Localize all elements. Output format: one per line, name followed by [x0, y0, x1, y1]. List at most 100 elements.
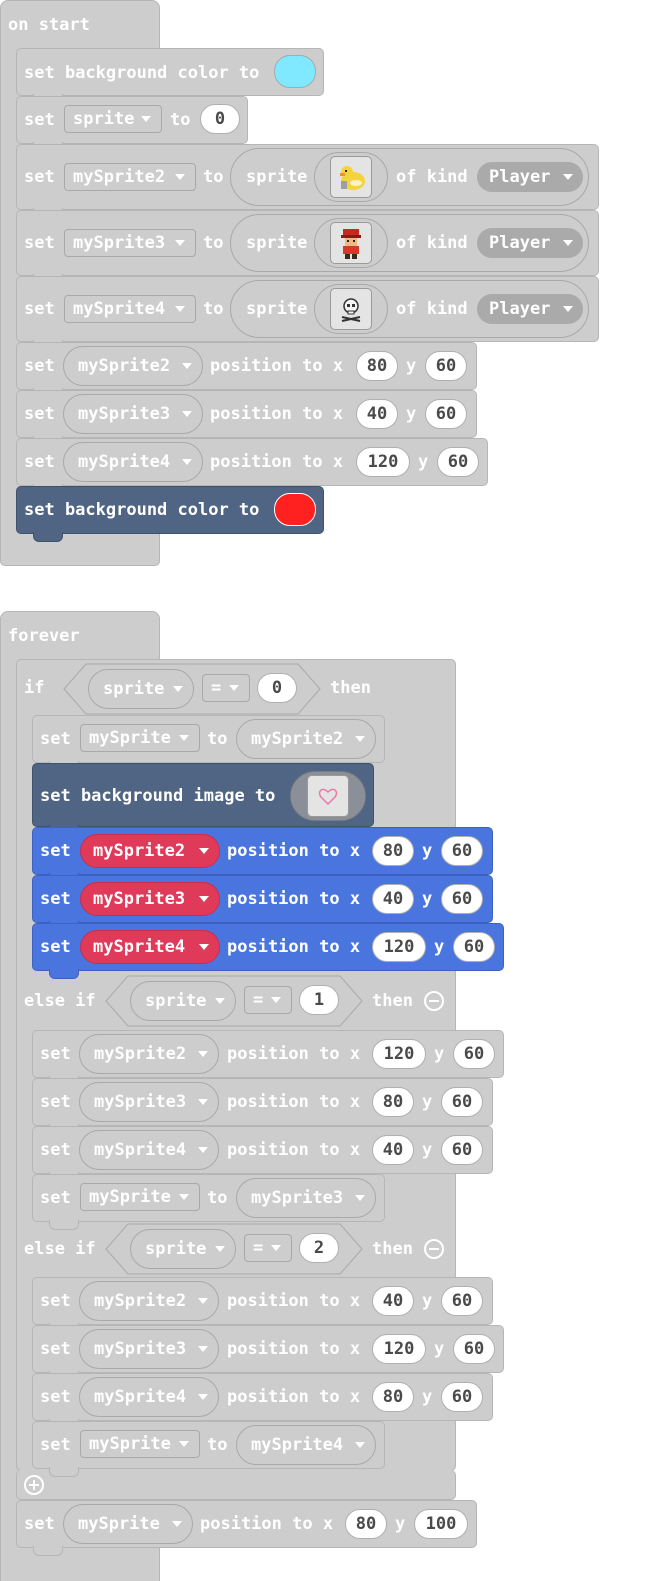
x-input[interactable]: 120: [372, 1334, 426, 1364]
y-input[interactable]: 60: [441, 1087, 483, 1117]
sprite-variable-pill[interactable]: mySprite4: [80, 930, 220, 964]
sprite-variable-pill[interactable]: mySprite4: [79, 1377, 219, 1417]
variable-name: mySprite2: [94, 1044, 187, 1064]
variable-pill[interactable]: sprite: [88, 669, 194, 709]
remove-else-if-icon[interactable]: [424, 1239, 444, 1259]
operator-dropdown[interactable]: =: [244, 986, 292, 1014]
chevron-down-icon: [172, 1521, 182, 1527]
y-input[interactable]: 60: [441, 1382, 483, 1412]
position-label: position to x: [227, 1140, 361, 1160]
position-label: position to x: [227, 937, 361, 957]
kind-dropdown[interactable]: Player: [477, 228, 583, 258]
variable-dropdown[interactable]: mySprite: [80, 724, 200, 752]
number-input[interactable]: 0: [200, 104, 240, 134]
y-input[interactable]: 60: [453, 1334, 495, 1364]
variable-name: sprite: [73, 109, 135, 129]
sprite-variable-pill[interactable]: mySprite2: [236, 719, 376, 759]
variable-name: sprite: [145, 991, 207, 1011]
variable-dropdown[interactable]: mySprite2: [64, 163, 196, 191]
position-label: position to x: [227, 1387, 361, 1407]
sprite-variable-pill[interactable]: mySprite4: [236, 1425, 376, 1465]
sprite-variable-pill[interactable]: mySprite3: [79, 1329, 219, 1369]
variable-pill[interactable]: sprite: [130, 1229, 236, 1269]
remove-else-if-icon[interactable]: [424, 991, 444, 1011]
x-input[interactable]: 120: [356, 447, 410, 477]
x-input[interactable]: 80: [372, 1382, 414, 1412]
y-input[interactable]: 60: [453, 932, 495, 962]
x-input[interactable]: 80: [372, 836, 414, 866]
sprite-variable-pill[interactable]: mySprite2: [79, 1281, 219, 1321]
background-color-swatch[interactable]: [274, 493, 316, 526]
variable-dropdown[interactable]: mySprite3: [64, 229, 196, 257]
kind-dropdown[interactable]: Player: [477, 294, 583, 324]
compare-value-input[interactable]: 2: [299, 1233, 339, 1263]
variable-name: mySprite: [89, 1187, 171, 1207]
variable-pill[interactable]: sprite: [130, 981, 236, 1021]
y-input[interactable]: 60: [441, 836, 483, 866]
variable-name: mySprite4: [251, 1435, 344, 1455]
kind-name: Player: [489, 233, 551, 253]
variable-name: mySprite2: [93, 841, 186, 861]
then-label: then: [330, 678, 371, 698]
variable-dropdown[interactable]: mySprite: [80, 1430, 200, 1458]
sprite-variable-pill[interactable]: mySprite3: [236, 1178, 376, 1218]
sprite-variable-pill[interactable]: mySprite3: [63, 394, 203, 434]
compare-value-input[interactable]: 1: [299, 985, 339, 1015]
y-input[interactable]: 60: [441, 1286, 483, 1316]
duck-sprite-image[interactable]: [330, 156, 372, 198]
sprite-variable-pill[interactable]: mySprite2: [79, 1034, 219, 1074]
x-input[interactable]: 80: [372, 1087, 414, 1117]
set-label: set: [40, 1092, 71, 1112]
x-input[interactable]: 120: [372, 932, 426, 962]
chevron-down-icon: [182, 363, 192, 369]
x-input[interactable]: 120: [372, 1039, 426, 1069]
variable-dropdown[interactable]: sprite: [64, 105, 162, 133]
to-label: to: [203, 167, 224, 187]
y-label: y: [395, 1514, 406, 1534]
y-input[interactable]: 60: [441, 884, 483, 914]
red-cap-hero-sprite-image[interactable]: [330, 222, 372, 264]
compare-value-input[interactable]: 0: [257, 673, 297, 703]
variable-dropdown[interactable]: mySprite4: [64, 295, 196, 323]
add-else-if-icon[interactable]: [24, 1475, 44, 1495]
sprite-variable-pill[interactable]: mySprite4: [63, 442, 203, 482]
y-input[interactable]: 60: [425, 351, 467, 381]
if-else-end[interactable]: [16, 1470, 456, 1500]
sprite-variable-pill[interactable]: mySprite2: [80, 834, 220, 868]
to-label: to: [207, 729, 228, 749]
sprite-variable-pill[interactable]: mySprite3: [79, 1082, 219, 1122]
x-input[interactable]: 80: [356, 351, 398, 381]
to-label: to: [207, 1435, 228, 1455]
y-input[interactable]: 60: [437, 447, 479, 477]
y-input[interactable]: 60: [453, 1039, 495, 1069]
skull-sprite-image[interactable]: [330, 288, 372, 330]
x-input[interactable]: 80: [345, 1509, 387, 1539]
x-input[interactable]: 40: [356, 399, 398, 429]
position-label: position to x: [227, 1092, 361, 1112]
x-input[interactable]: 40: [372, 1286, 414, 1316]
chevron-down-icon: [179, 1441, 189, 1447]
y-input[interactable]: 60: [425, 399, 467, 429]
variable-name: mySprite: [89, 728, 171, 748]
heart-image[interactable]: [307, 775, 349, 817]
variable-dropdown[interactable]: mySprite: [80, 1183, 200, 1211]
sprite-variable-pill[interactable]: mySprite4: [79, 1130, 219, 1170]
operator-dropdown[interactable]: =: [202, 674, 250, 702]
y-label: y: [434, 937, 445, 957]
then-label: then: [372, 991, 413, 1011]
sprite-variable-pill[interactable]: mySprite2: [63, 346, 203, 386]
y-input[interactable]: 60: [441, 1135, 483, 1165]
position-label: position to x: [227, 841, 361, 861]
variable-name: mySprite: [89, 1434, 171, 1454]
chevron-down-icon: [198, 1051, 208, 1057]
y-input[interactable]: 100: [414, 1509, 468, 1539]
x-input[interactable]: 40: [372, 1135, 414, 1165]
x-input[interactable]: 40: [372, 884, 414, 914]
to-label: to: [203, 299, 224, 319]
sprite-variable-pill[interactable]: mySprite: [63, 1504, 193, 1544]
background-color-swatch[interactable]: [274, 55, 316, 88]
operator-dropdown[interactable]: =: [244, 1234, 292, 1262]
sprite-variable-pill[interactable]: mySprite3: [80, 882, 220, 916]
chevron-down-icon: [229, 685, 239, 691]
kind-dropdown[interactable]: Player: [477, 162, 583, 192]
